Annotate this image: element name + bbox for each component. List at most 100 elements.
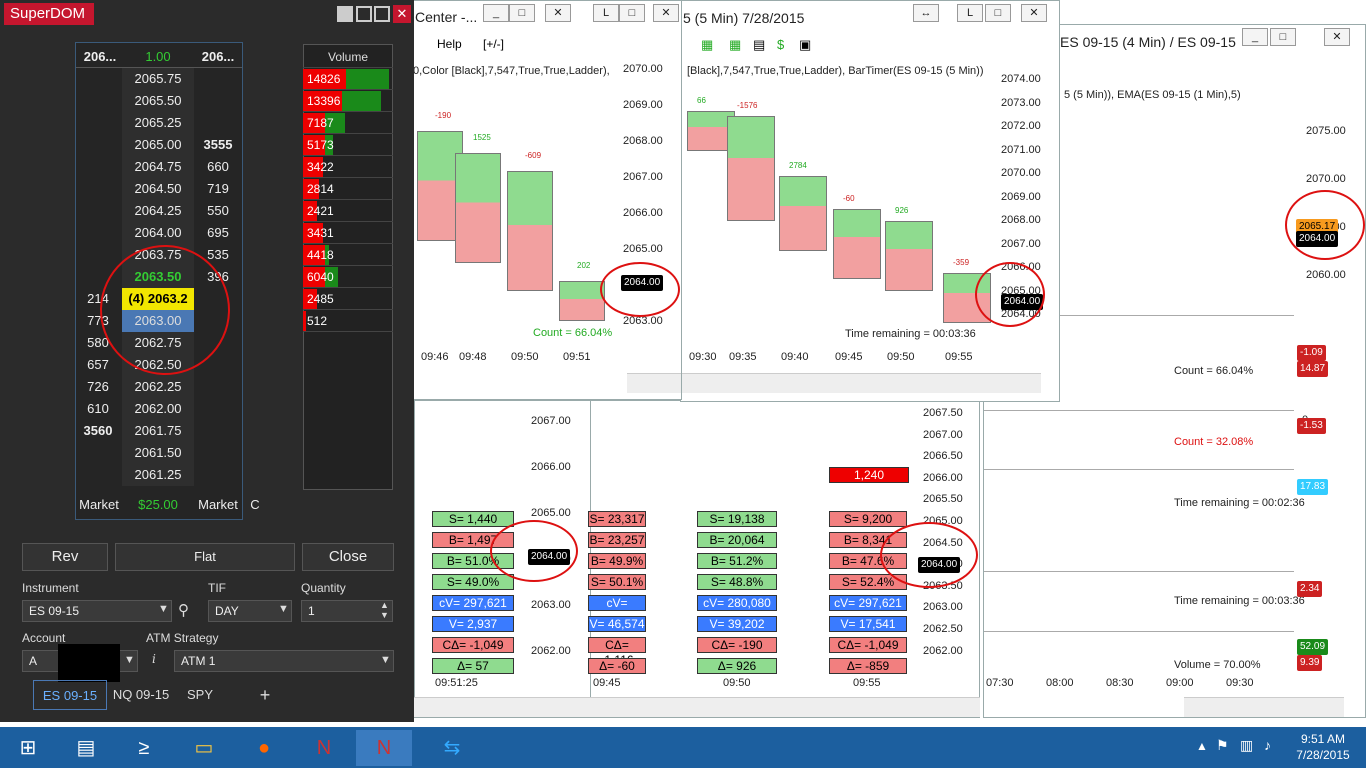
dollar-icon[interactable]: $ — [777, 37, 784, 52]
minimize-button[interactable] — [337, 6, 353, 22]
price-cell[interactable]: 2064.25 — [122, 200, 194, 222]
price-cell[interactable]: 2064.00 — [122, 222, 194, 244]
price-tick: 2069.00 — [1001, 190, 1041, 203]
restore-button[interactable]: □ — [619, 4, 645, 22]
flag-icon[interactable]: ⚑ — [1216, 737, 1229, 754]
powershell-icon[interactable]: ≥ — [116, 730, 172, 766]
h-scrollbar[interactable] — [627, 373, 681, 393]
ninjatrader-icon[interactable]: N — [356, 730, 412, 766]
window-title: 5 (5 Min) 7/28/2015 — [683, 10, 805, 26]
footprint-bar — [885, 221, 933, 291]
chart-icon[interactable]: ▤ — [753, 37, 765, 53]
price-cell[interactable]: 2062.00 — [122, 398, 194, 420]
close-button[interactable]: ✕ — [653, 4, 679, 22]
tab-spy[interactable]: SPY — [178, 680, 222, 710]
server-manager-icon[interactable]: ▤ — [58, 730, 114, 766]
h-scrollbar[interactable] — [1184, 697, 1344, 717]
firefox-icon[interactable]: ● — [236, 730, 292, 766]
properties-icon[interactable]: ▣ — [799, 37, 811, 53]
volume-row: 4418 — [303, 244, 393, 266]
price-tick: 2065.50 — [923, 493, 963, 506]
price-cell[interactable]: 2064.75 — [122, 156, 194, 178]
move-button[interactable]: ↔ — [913, 4, 939, 22]
close-button[interactable]: ✕ — [1324, 28, 1350, 46]
rev-button[interactable]: Rev — [22, 543, 108, 571]
panel-label: Volume = 70.00% — [1174, 659, 1261, 671]
volume-icon[interactable]: ♪ — [1264, 737, 1271, 753]
close-button[interactable]: ✕ — [393, 5, 411, 23]
price-cell[interactable]: 2064.50 — [122, 178, 194, 200]
minimize-button[interactable]: _ — [483, 4, 509, 22]
stepper-arrows-icon[interactable]: ▲ ▼ — [380, 600, 389, 620]
bid-size[interactable]: 3560 — [76, 420, 120, 442]
price-tick: 2067.50 — [923, 407, 963, 419]
chevron-down-icon: ▼ — [158, 603, 169, 615]
price-cell[interactable]: 2065.25 — [122, 112, 194, 134]
superdom-titlebar: SuperDOM ✕ — [0, 0, 414, 28]
price-tick: 2068.00 — [1001, 214, 1041, 226]
price-cell[interactable]: 2061.75 — [122, 420, 194, 442]
instrument-select[interactable]: ES 09-15 — [22, 600, 172, 622]
network-icon[interactable]: ▥ — [1240, 737, 1253, 754]
chart-window-2[interactable]: 5 (5 Min) 7/28/2015 ↔ L □ ✕ ▦ ▦ ▤ $ ▣ [B… — [680, 0, 1060, 402]
superdom-window[interactable]: SuperDOM ✕ 206... 1.00 206... 2065.75 206… — [0, 0, 414, 722]
bid-size[interactable]: 726 — [76, 376, 120, 398]
minimize-button[interactable] — [356, 6, 372, 22]
link-button[interactable]: L — [957, 4, 983, 22]
indicator-value: 2.34 — [1297, 581, 1323, 597]
bid-size[interactable]: 657 — [76, 354, 120, 376]
add-tab-button[interactable]: + — [252, 680, 278, 710]
price-cell[interactable]: 2065.75 — [122, 68, 194, 90]
maximize-button[interactable]: □ — [509, 4, 535, 22]
clock-time[interactable]: 9:51 AM — [1296, 732, 1350, 746]
tab-nq[interactable]: NQ 09-15 — [107, 680, 175, 710]
tray-chevron-icon[interactable]: ▲ — [1196, 739, 1208, 753]
footprint-bar — [559, 281, 605, 321]
price-cell[interactable]: 2062.25 — [122, 376, 194, 398]
annotation-circle — [975, 262, 1045, 327]
ask-size[interactable]: 3555 — [194, 134, 242, 156]
chart-window-1[interactable]: Center -... _ □ ✕ L □ ✕ Help [+/-] 0,Col… — [410, 0, 682, 400]
atm-strategy-select[interactable]: ATM 1 — [174, 650, 394, 672]
menu-expand[interactable]: [+/-] — [483, 37, 504, 51]
close-button[interactable]: ✕ — [545, 4, 571, 22]
info-icon[interactable]: i — [152, 652, 156, 666]
minimize-button[interactable]: _ — [1242, 28, 1268, 46]
minimize-button[interactable]: □ — [985, 4, 1011, 22]
price-cell[interactable]: 2065.00 — [122, 134, 194, 156]
price-cell[interactable]: 2061.50 — [122, 442, 194, 464]
volume-row: 3422 — [303, 156, 393, 178]
file-explorer-icon[interactable]: ▭ — [176, 730, 232, 766]
tab-es[interactable]: ES 09-15 — [33, 680, 107, 710]
maximize-button[interactable]: □ — [1270, 28, 1296, 46]
close-position-button[interactable]: Close — [302, 543, 394, 571]
stat-box: CΔ= -190 — [697, 637, 777, 653]
candle-icon[interactable]: ▦ — [729, 37, 741, 53]
bar-icon[interactable]: ▦ — [701, 37, 713, 53]
close-button[interactable]: ✕ — [1021, 4, 1047, 22]
price-cell[interactable]: 2061.25 — [122, 464, 194, 486]
h-scrollbar[interactable] — [414, 697, 980, 717]
flat-button[interactable]: Flat — [115, 543, 295, 571]
clock-date[interactable]: 7/28/2015 — [1290, 748, 1356, 762]
market-sell[interactable]: Market — [194, 494, 242, 516]
maximize-button[interactable] — [374, 6, 390, 22]
price-tick: 2070.00 — [623, 63, 663, 75]
ask-size[interactable]: 719 — [194, 178, 242, 200]
market-buy[interactable]: Market — [76, 494, 122, 516]
stat-box: B= 23,257 — [588, 532, 646, 548]
stat-box: cV= 297,621 — [829, 595, 907, 611]
teamviewer-icon[interactable]: ⇆ — [424, 730, 480, 766]
search-icon[interactable]: ⚲ — [178, 601, 189, 619]
ninjatrader-icon[interactable]: N — [296, 730, 352, 766]
ask-size[interactable]: 660 — [194, 156, 242, 178]
start-icon[interactable]: ⊞ — [0, 730, 56, 766]
toolbar: ▦ ▦ ▤ $ ▣ — [685, 37, 815, 53]
h-scrollbar[interactable] — [681, 373, 1041, 393]
price-cell[interactable]: 2065.50 — [122, 90, 194, 112]
bid-size[interactable]: 610 — [76, 398, 120, 420]
link-button[interactable]: L — [593, 4, 619, 22]
ask-size[interactable]: 550 — [194, 200, 242, 222]
menu-help[interactable]: Help — [437, 37, 462, 51]
ask-size[interactable]: 695 — [194, 222, 242, 244]
